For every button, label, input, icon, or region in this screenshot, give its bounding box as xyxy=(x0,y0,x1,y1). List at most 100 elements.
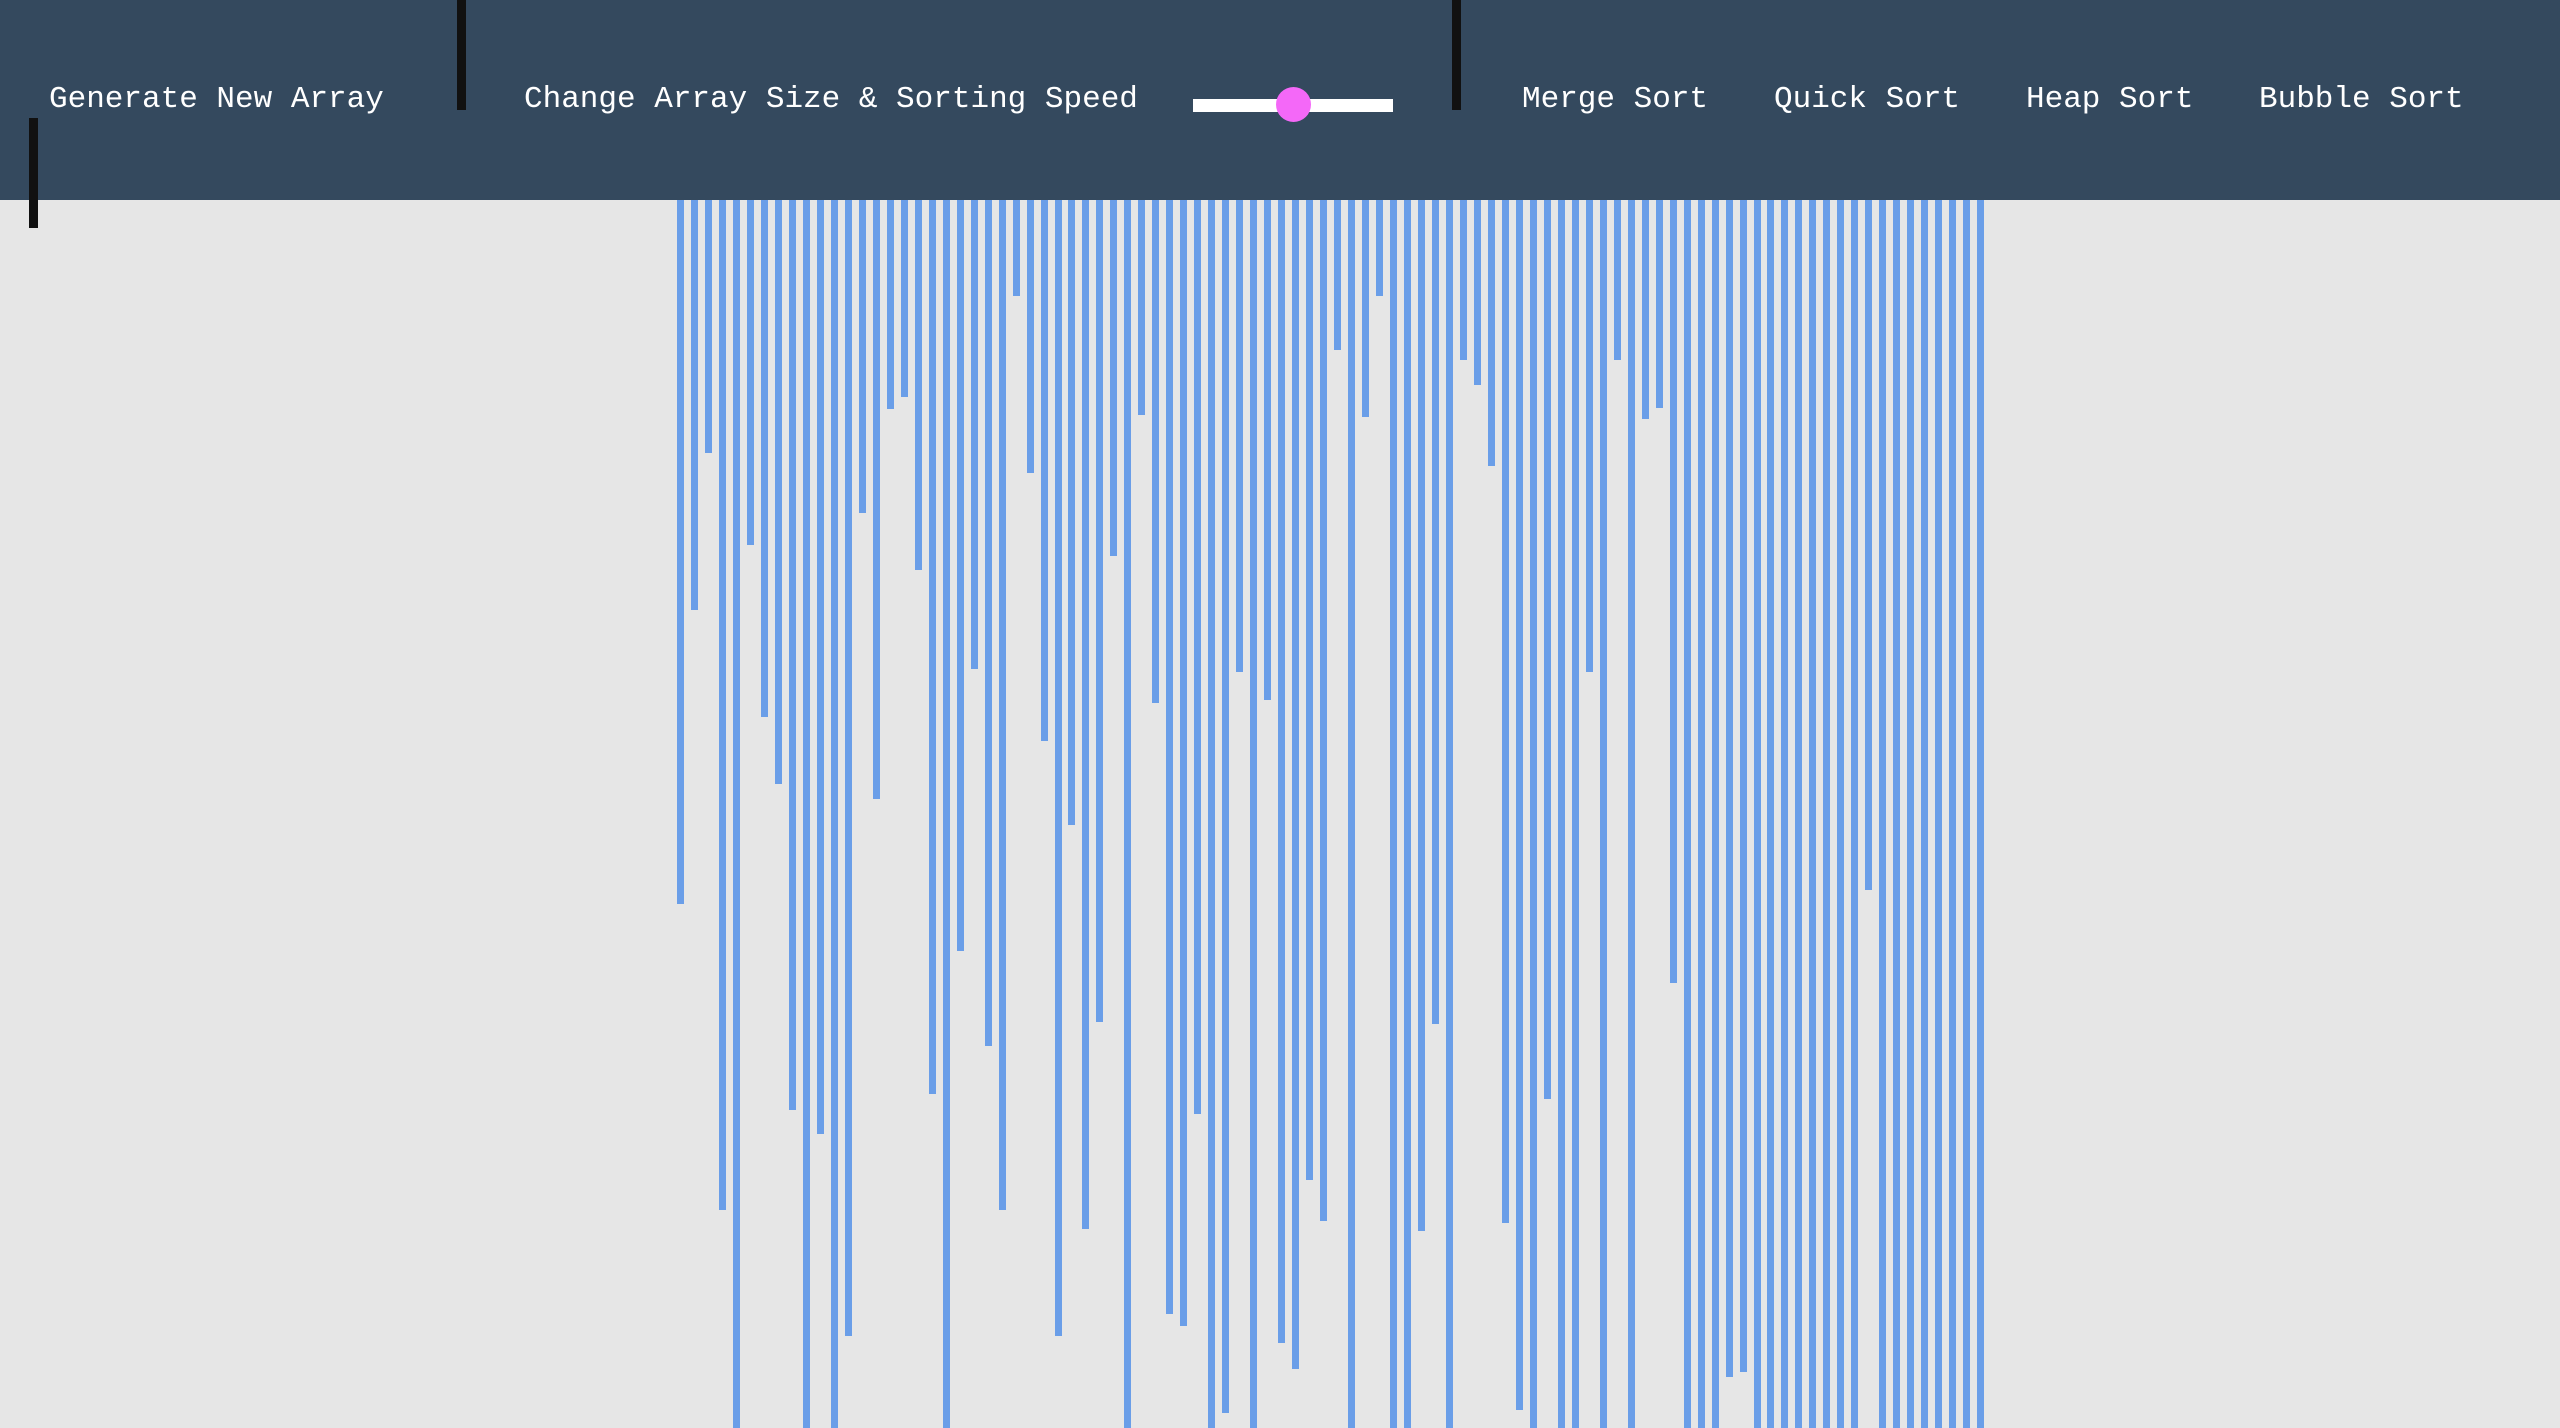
array-bar xyxy=(691,200,698,610)
array-bar xyxy=(1487,200,1495,466)
array-bar xyxy=(1390,200,1397,1428)
array-bar xyxy=(746,200,754,545)
quick-sort-button[interactable]: Quick Sort xyxy=(1774,78,1960,122)
array-bar xyxy=(1585,200,1593,672)
array-bar xyxy=(1334,200,1342,350)
array-bar xyxy=(1376,200,1383,296)
array-bar xyxy=(1921,200,1929,1428)
array-bar xyxy=(1417,200,1425,1231)
array-bar xyxy=(858,200,866,513)
array-size-speed-label: Change Array Size & Sorting Speed xyxy=(524,82,1138,117)
array-bar xyxy=(1907,200,1915,1428)
array-bar xyxy=(718,200,726,1210)
array-bar xyxy=(1795,200,1803,1428)
array-bar xyxy=(1837,200,1845,1428)
navbar: Generate New Array Change Array Size & S… xyxy=(0,0,2560,200)
array-bar xyxy=(1306,200,1314,1180)
array-bar xyxy=(1445,200,1453,1428)
array-bar xyxy=(1194,200,1202,1114)
array-bar xyxy=(1501,200,1509,1223)
array-bar xyxy=(830,200,838,1428)
array-bar xyxy=(1068,200,1076,825)
array-bar xyxy=(1697,200,1705,1428)
array-bar xyxy=(1655,200,1663,408)
array-bar xyxy=(1865,200,1873,890)
array-bar xyxy=(872,200,880,799)
array-bars-container xyxy=(0,200,2560,1428)
array-bar xyxy=(1348,200,1355,1428)
array-bar xyxy=(998,200,1006,1210)
array-bar xyxy=(705,200,712,453)
array-bar xyxy=(984,200,992,1046)
array-bar xyxy=(1320,200,1328,1221)
array-bar xyxy=(1026,200,1034,473)
array-bar xyxy=(956,200,964,951)
array-bar xyxy=(1543,200,1551,1099)
separator xyxy=(1452,0,1461,110)
array-bar xyxy=(1040,200,1048,741)
array-bar xyxy=(1641,200,1649,419)
array-bar xyxy=(1515,200,1523,1410)
array-bar xyxy=(788,200,796,1110)
array-bar xyxy=(1180,200,1188,1326)
array-bar xyxy=(1613,200,1621,360)
array-bar xyxy=(844,200,852,1336)
array-bar xyxy=(1096,200,1104,1022)
array-bar xyxy=(1362,200,1369,417)
array-bar xyxy=(1781,200,1789,1428)
array-bar xyxy=(1431,200,1439,1024)
array-bar xyxy=(1669,200,1677,983)
array-bar xyxy=(1124,200,1132,1428)
array-bar xyxy=(1963,200,1971,1428)
array-bar xyxy=(1739,200,1747,1372)
array-size-speed-slider[interactable] xyxy=(1193,85,1393,125)
array-bar xyxy=(942,200,950,1428)
array-bar xyxy=(1557,200,1565,1428)
array-bar xyxy=(677,200,684,904)
array-bar xyxy=(1627,200,1635,1428)
array-bar xyxy=(1571,200,1579,1428)
array-bar xyxy=(1208,200,1216,1428)
array-bar xyxy=(1711,200,1719,1428)
array-bar xyxy=(1012,200,1020,296)
separator xyxy=(29,118,38,228)
array-bar xyxy=(1292,200,1300,1369)
array-bar xyxy=(816,200,824,1134)
array-bar xyxy=(900,200,908,397)
array-bar xyxy=(1823,200,1831,1428)
array-bar xyxy=(1725,200,1733,1377)
slider-thumb[interactable] xyxy=(1276,87,1311,122)
sorting-visualizer-app: Generate New Array Change Array Size & S… xyxy=(0,0,2560,1428)
array-bar xyxy=(1250,200,1258,1428)
array-bar xyxy=(1473,200,1481,385)
generate-new-array-button[interactable]: Generate New Array xyxy=(49,78,384,122)
array-bar xyxy=(1683,200,1691,1428)
array-bar xyxy=(1236,200,1244,672)
array-bar xyxy=(1138,200,1146,415)
array-bar xyxy=(1166,200,1174,1314)
array-bar xyxy=(1851,200,1859,1428)
merge-sort-button[interactable]: Merge Sort xyxy=(1522,78,1708,122)
heap-sort-button[interactable]: Heap Sort xyxy=(2026,78,2193,122)
array-bar xyxy=(914,200,922,570)
array-bar xyxy=(1949,200,1957,1428)
array-bar xyxy=(1222,200,1230,1413)
bubble-sort-button[interactable]: Bubble Sort xyxy=(2259,78,2464,122)
array-bar xyxy=(1459,200,1467,360)
array-bar xyxy=(760,200,768,717)
array-bar xyxy=(970,200,978,669)
array-bar xyxy=(1152,200,1160,703)
array-bar xyxy=(1599,200,1607,1428)
array-bar xyxy=(1529,200,1537,1428)
array-bar xyxy=(1879,200,1887,1428)
array-bar xyxy=(732,200,740,1428)
array-bar xyxy=(1977,200,1985,1428)
separator xyxy=(457,0,466,110)
array-bar xyxy=(1264,200,1272,700)
array-bar xyxy=(928,200,936,1094)
array-bar xyxy=(1753,200,1761,1428)
array-bar xyxy=(1935,200,1943,1428)
array-bar xyxy=(1893,200,1901,1428)
array-bar xyxy=(1404,200,1411,1428)
array-bar xyxy=(1809,200,1817,1428)
